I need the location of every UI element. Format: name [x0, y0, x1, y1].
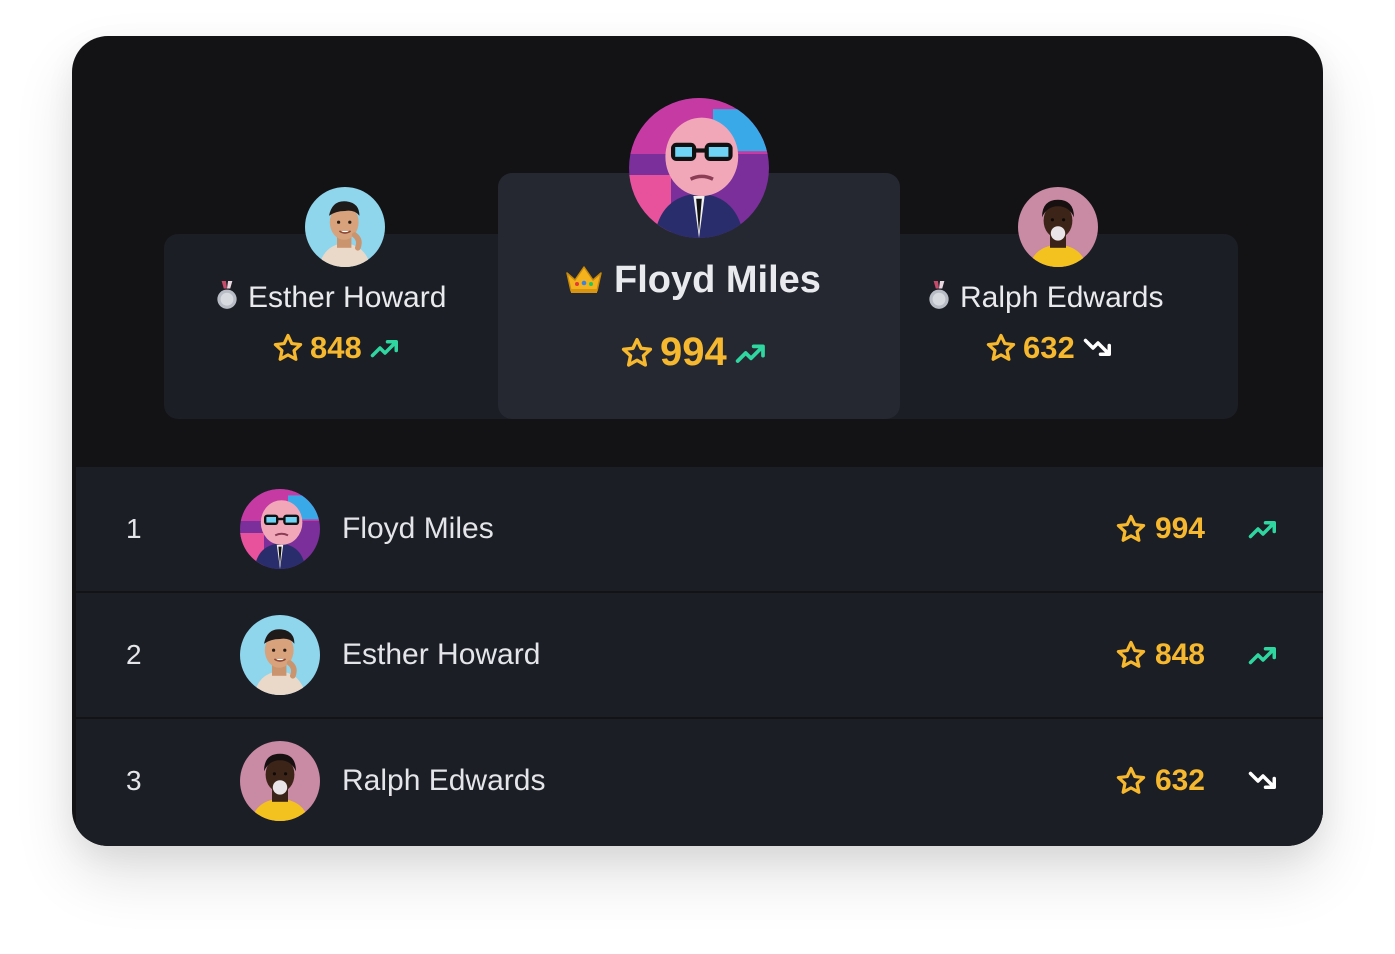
podium-third-name-text: Ralph Edwards	[960, 281, 1164, 314]
podium-second-score: 848	[272, 330, 402, 366]
table-row[interactable]: 3 Ralph Edwards 632	[76, 719, 1323, 843]
rank-number: 2	[126, 639, 142, 670]
rank-number: 3	[126, 765, 142, 796]
podium-first-name: Floyd Miles	[564, 259, 821, 302]
podium-second-name-text: Esther Howard	[248, 281, 447, 314]
leaderboard-table: 1 Floyd Miles 994 2 Esther Howard 848 3 …	[76, 467, 1323, 846]
crown-icon	[564, 263, 604, 295]
player-score-value: 848	[1154, 638, 1205, 671]
podium-first-name-text: Floyd Miles	[614, 259, 821, 301]
podium-third-score-value: 632	[1023, 330, 1075, 365]
player-name: Ralph Edwards	[342, 764, 546, 797]
podium-second-score-value: 848	[310, 330, 362, 365]
medal-icon	[928, 281, 950, 311]
medal-icon	[216, 281, 238, 311]
avatar	[240, 741, 320, 821]
player-name: Esther Howard	[342, 638, 541, 671]
trend-down-icon	[1245, 766, 1281, 796]
podium-first-score: 994	[620, 330, 769, 375]
player-score-value: 632	[1154, 764, 1205, 797]
player-score: 848	[1115, 638, 1205, 672]
rank-number: 1	[126, 513, 142, 544]
star-icon	[1115, 513, 1147, 545]
player-score: 632	[1115, 764, 1205, 798]
player-name: Floyd Miles	[342, 512, 494, 545]
podium-first-place[interactable]: Floyd Miles 994	[498, 173, 900, 419]
trend-down-icon	[1081, 333, 1115, 363]
trend-up-icon	[1245, 514, 1281, 544]
avatar	[629, 98, 769, 238]
podium-third-score: 632	[985, 330, 1115, 366]
star-icon	[985, 332, 1017, 364]
avatar	[240, 489, 320, 569]
star-icon	[272, 332, 304, 364]
table-row[interactable]: 2 Esther Howard 848	[76, 593, 1323, 720]
avatar	[305, 187, 385, 267]
star-icon	[620, 336, 654, 370]
avatar	[240, 615, 320, 695]
podium-first-score-value: 994	[660, 330, 727, 374]
podium-second-name: Esther Howard	[216, 281, 446, 315]
leaderboard-card: Esther Howard 848 Ralph Edwards 632 Floy…	[72, 36, 1323, 846]
trend-up-icon	[1245, 640, 1281, 670]
trend-up-icon	[368, 333, 402, 363]
trend-up-icon	[733, 337, 769, 369]
table-row[interactable]: 1 Floyd Miles 994	[76, 467, 1323, 594]
star-icon	[1115, 765, 1147, 797]
player-score: 994	[1115, 512, 1205, 546]
podium-third-name: Ralph Edwards	[928, 281, 1163, 315]
star-icon	[1115, 639, 1147, 671]
player-score-value: 994	[1154, 512, 1205, 545]
avatar	[1018, 187, 1098, 267]
